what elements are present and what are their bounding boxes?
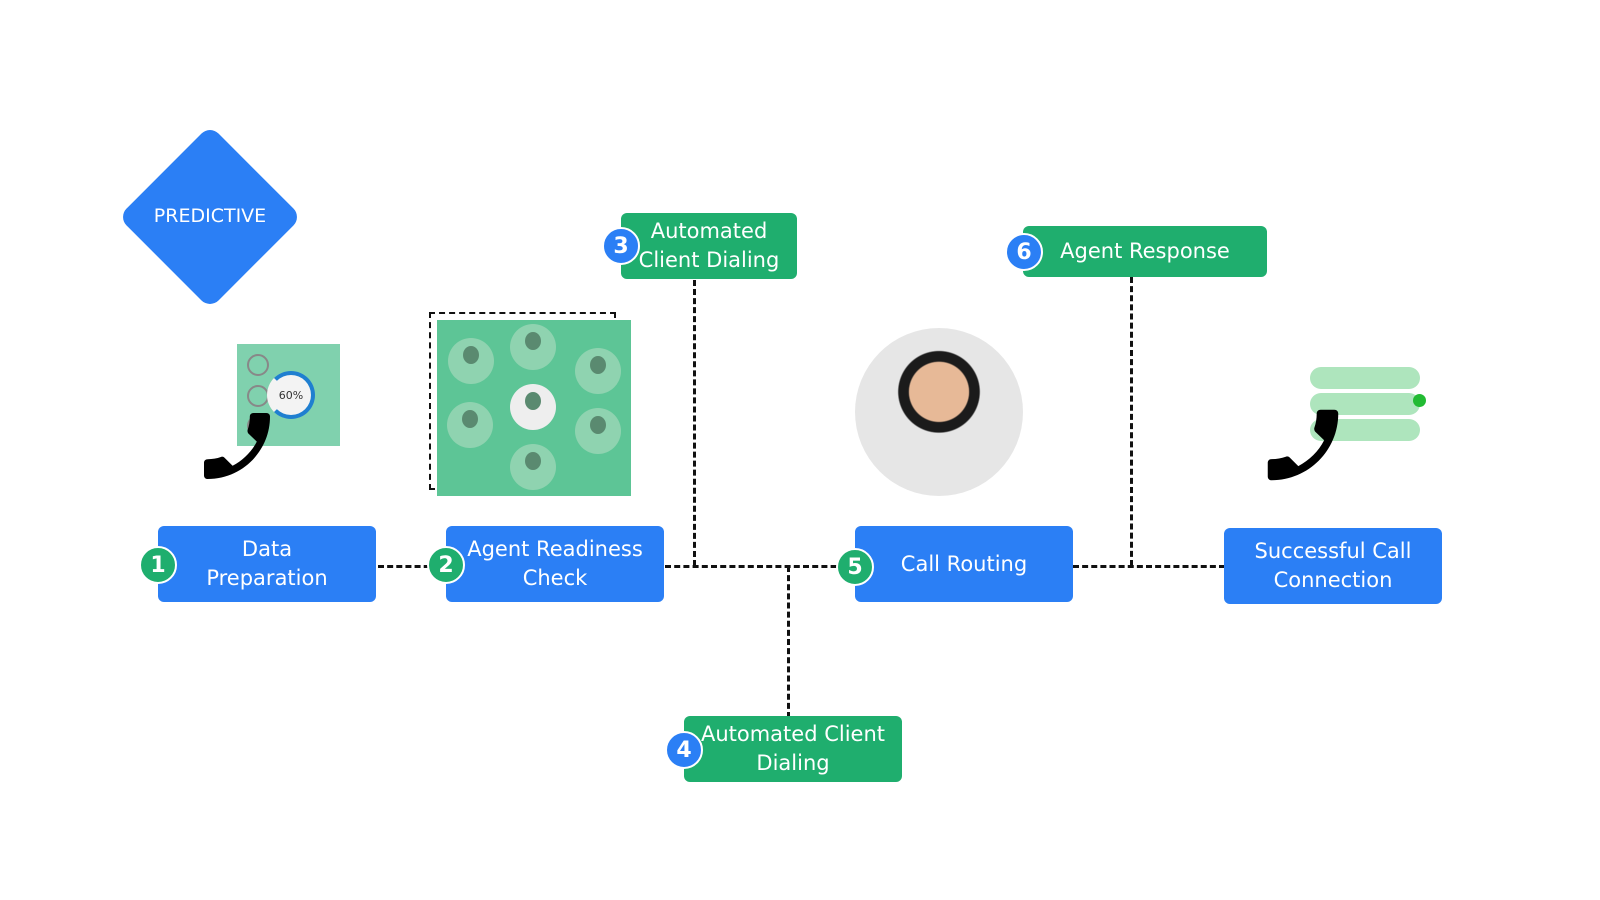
check-icon: [1413, 394, 1426, 407]
predictive-label: PREDICTIVE: [153, 205, 267, 227]
connector: [1073, 565, 1225, 568]
connector: [1130, 277, 1133, 566]
user-icon: [247, 354, 269, 376]
step-agent-readiness: Agent Readiness Check: [446, 526, 664, 602]
progress-label: 60%: [278, 388, 304, 402]
connector: [693, 280, 696, 566]
step-data-preparation: Data Preparation: [158, 526, 376, 602]
contact-row: [1310, 367, 1420, 389]
agent-avatar-selected: [510, 384, 556, 430]
step-automated-dialing-bottom: Automated Client Dialing: [684, 716, 902, 782]
step-badge-6: 6: [1005, 233, 1043, 271]
step-agent-response: Agent Response: [1023, 226, 1267, 277]
phone-icon: [1267, 409, 1339, 481]
step-label: Automated Client Dialing: [638, 219, 780, 272]
step-label: Automated Client Dialing: [700, 722, 886, 775]
step-automated-dialing-top: Automated Client Dialing: [621, 213, 797, 279]
agent-avatar: [447, 402, 493, 448]
agent-avatar: [510, 444, 556, 490]
step-badge-4: 4: [665, 731, 703, 769]
step-label: Successful Call Connection: [1254, 539, 1412, 592]
agent-avatar: [510, 324, 556, 370]
step-badge-3: 3: [602, 227, 640, 265]
agents-grid: [437, 320, 631, 496]
agent-photo: [855, 328, 1023, 496]
step-label: Call Routing: [900, 551, 1028, 576]
step-call-routing: Call Routing: [855, 526, 1073, 602]
step-label: Agent Readiness Check: [467, 537, 643, 590]
agent-avatar: [575, 408, 621, 454]
step-successful-connection: Successful Call Connection: [1224, 528, 1442, 604]
step-badge-1: 1: [139, 546, 177, 584]
step-label: Agent Response: [1060, 239, 1230, 263]
agent-avatar: [448, 338, 494, 384]
step-label: Data Preparation: [206, 537, 328, 590]
step-badge-2: 2: [427, 546, 465, 584]
step-badge-5: 5: [836, 548, 874, 586]
phone-icon: [204, 413, 270, 479]
connector: [787, 566, 790, 718]
agent-avatar: [575, 348, 621, 394]
